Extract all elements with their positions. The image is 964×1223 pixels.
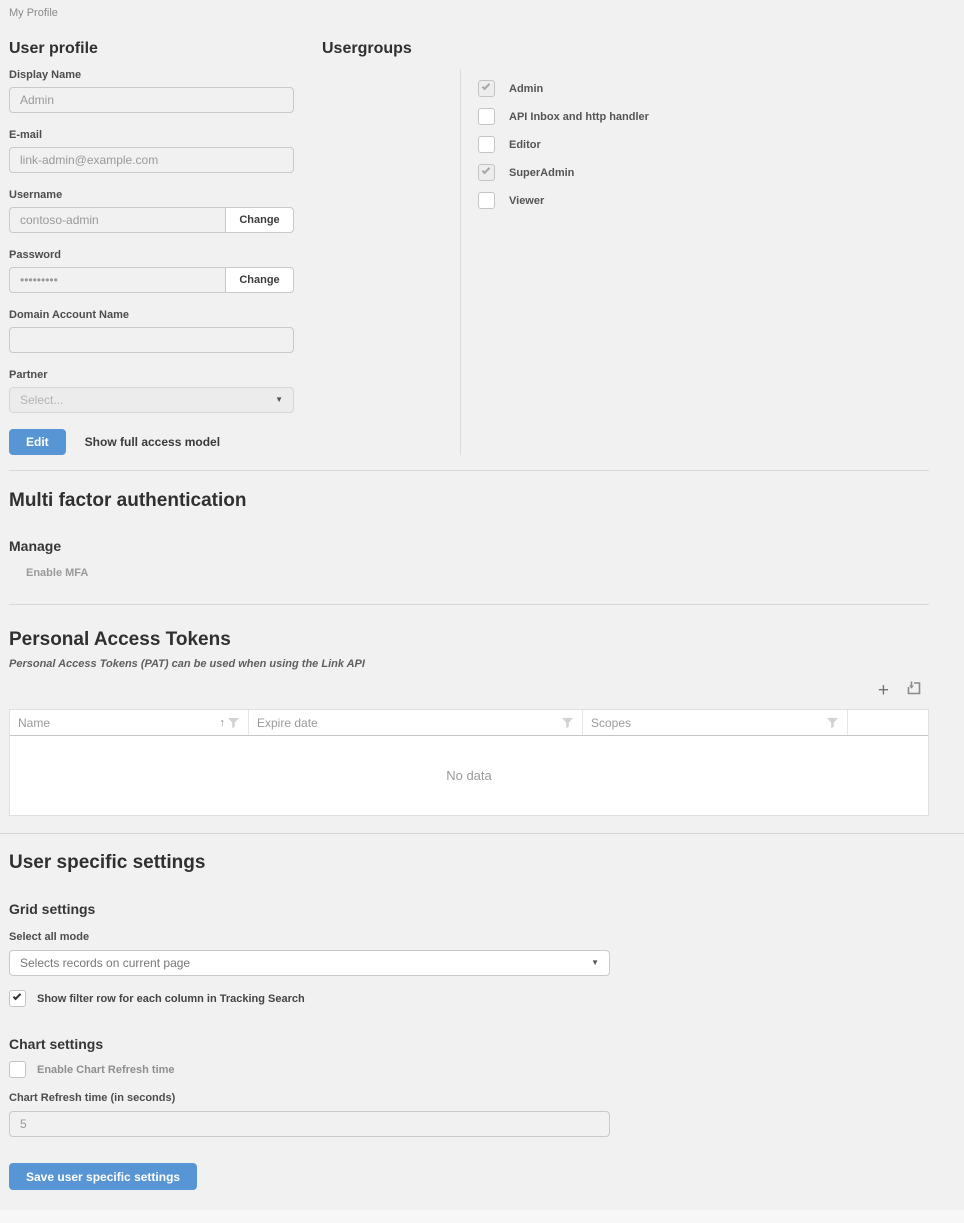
column-header-name-label: Name [18, 716, 220, 730]
check-icon [13, 992, 21, 1000]
bottom-strip [0, 1210, 964, 1223]
usergroup-label: Admin [509, 83, 543, 95]
email-field: E-mail [9, 129, 294, 173]
user-settings-title: User specific settings [9, 852, 929, 874]
chevron-down-icon: ▼ [591, 959, 599, 967]
filter-row-label: Show filter row for each column in Track… [37, 993, 305, 1005]
profile-section: Display Name E-mail Username Change Pass… [9, 69, 929, 455]
column-header-expire-date[interactable]: Expire date [249, 710, 583, 735]
display-name-label: Display Name [9, 69, 294, 81]
profile-actions-row: Edit Show full access model [9, 429, 460, 455]
grid-settings-title: Grid settings [9, 901, 929, 917]
usergroup-checkbox-admin[interactable] [478, 80, 495, 97]
column-chooser-icon[interactable] [906, 680, 922, 701]
usergroup-checkbox-editor[interactable] [478, 136, 495, 153]
select-all-mode-dropdown[interactable]: Selects records on current page ▼ [9, 950, 610, 976]
username-label: Username [9, 189, 294, 201]
domain-account-input[interactable] [9, 327, 294, 353]
sort-ascending-icon: ↑ [220, 717, 226, 729]
usergroup-checkbox-api-inbox-and-http-handler[interactable] [478, 108, 495, 125]
filter-icon[interactable] [227, 716, 240, 729]
pat-table-header: Name ↑ Expire date Scopes [10, 710, 928, 736]
usergroup-item: Admin [478, 80, 929, 97]
usergroup-item: API Inbox and http handler [478, 108, 929, 125]
enable-mfa-link[interactable]: Enable MFA [26, 567, 88, 579]
no-data-text: No data [446, 768, 492, 783]
partner-field: Partner Select... ▼ [9, 369, 294, 413]
usergroup-label: SuperAdmin [509, 167, 574, 179]
save-row: Save user specific settings [9, 1163, 929, 1190]
display-name-input[interactable] [9, 87, 294, 113]
usergroup-item: Editor [478, 136, 929, 153]
usergroup-item: Viewer [478, 192, 929, 209]
change-username-button[interactable]: Change [225, 207, 294, 233]
chart-refresh-time-input[interactable] [9, 1111, 610, 1137]
mfa-title: Multi factor authentication [9, 490, 929, 512]
column-header-scopes-label: Scopes [591, 716, 826, 730]
chevron-down-icon: ▼ [275, 396, 283, 404]
display-name-field: Display Name [9, 69, 294, 113]
mfa-section: Multi factor authentication Manage Enabl… [9, 470, 929, 604]
enable-chart-refresh-checkbox[interactable] [9, 1061, 26, 1078]
user-profile-title: User profile [9, 40, 322, 58]
filter-icon[interactable] [826, 716, 839, 729]
user-settings-section: User specific settings Grid settings Sel… [9, 834, 929, 1190]
pat-toolbar: + [9, 680, 929, 701]
check-icon [482, 166, 490, 174]
password-field: Password Change [9, 249, 294, 293]
pat-table-body: No data [10, 736, 928, 815]
chart-refresh-time-label: Chart Refresh time (in seconds) [9, 1092, 929, 1104]
usergroups-list: Admin API Inbox and http handler Editor Sup… [460, 69, 929, 455]
partner-label: Partner [9, 369, 294, 381]
pat-title: Personal Access Tokens [9, 629, 929, 651]
filter-icon[interactable] [561, 716, 574, 729]
usergroup-checkbox-superadmin[interactable] [478, 164, 495, 181]
pat-table: Name ↑ Expire date Scopes No da [9, 709, 929, 816]
enable-chart-refresh-setting: Enable Chart Refresh time [9, 1061, 929, 1078]
user-profile-form: Display Name E-mail Username Change Pass… [9, 69, 460, 455]
mfa-manage-label: Manage [9, 538, 929, 554]
save-user-specific-settings-button[interactable]: Save user specific settings [9, 1163, 197, 1190]
usergroup-label: Editor [509, 139, 541, 151]
pat-subtitle: Personal Access Tokens (PAT) can be used… [9, 658, 929, 670]
username-input[interactable] [9, 207, 225, 233]
email-input[interactable] [9, 147, 294, 173]
column-header-scopes[interactable]: Scopes [583, 710, 848, 735]
add-token-icon[interactable]: + [878, 683, 889, 699]
column-header-name[interactable]: Name ↑ [10, 710, 249, 735]
usergroup-label: Viewer [509, 195, 544, 207]
column-header-expire-label: Expire date [257, 716, 561, 730]
chart-settings-title: Chart settings [9, 1036, 929, 1052]
password-input[interactable] [9, 267, 225, 293]
profile-titles-row: User profile Usergroups [9, 40, 929, 58]
password-label: Password [9, 249, 294, 261]
pat-section: Personal Access Tokens Personal Access T… [9, 604, 929, 816]
select-all-mode-value: Selects records on current page [20, 956, 190, 970]
username-field: Username Change [9, 189, 294, 233]
filter-row-checkbox[interactable] [9, 990, 26, 1007]
check-icon [482, 82, 490, 90]
usergroup-label: API Inbox and http handler [509, 111, 649, 123]
usergroups-title: Usergroups [322, 40, 412, 58]
show-full-access-model-link[interactable]: Show full access model [85, 435, 220, 449]
domain-account-field: Domain Account Name [9, 309, 294, 353]
email-label: E-mail [9, 129, 294, 141]
filter-row-setting: Show filter row for each column in Track… [9, 990, 929, 1007]
partner-select[interactable]: Select... ▼ [9, 387, 294, 413]
partner-select-placeholder: Select... [20, 393, 63, 407]
edit-button[interactable]: Edit [9, 429, 66, 455]
change-password-button[interactable]: Change [225, 267, 294, 293]
select-all-mode-label: Select all mode [9, 931, 929, 943]
enable-chart-refresh-label: Enable Chart Refresh time [37, 1064, 175, 1076]
usergroup-checkbox-viewer[interactable] [478, 192, 495, 209]
column-header-actions [848, 710, 928, 735]
usergroup-item: SuperAdmin [478, 164, 929, 181]
domain-account-label: Domain Account Name [9, 309, 294, 321]
breadcrumb[interactable]: My Profile [9, 7, 964, 19]
